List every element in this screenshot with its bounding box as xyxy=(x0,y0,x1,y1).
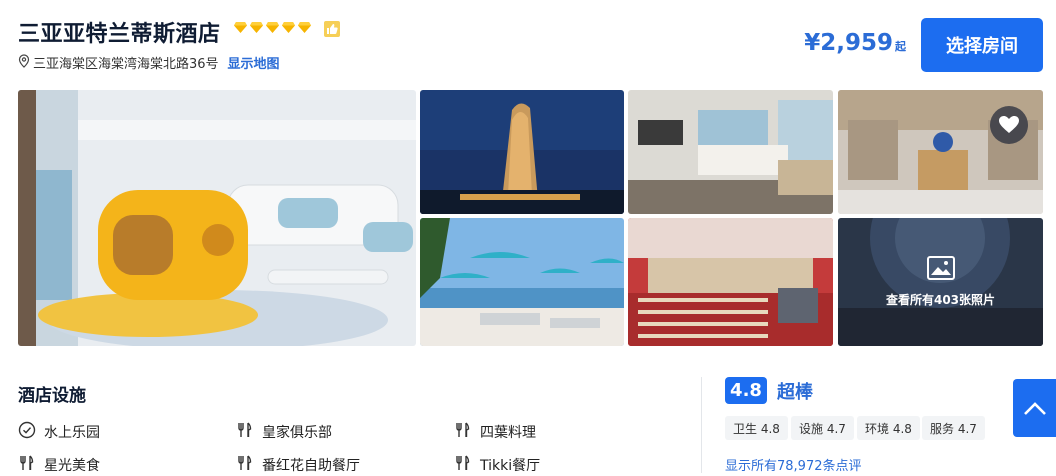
rating-word: 超棒 xyxy=(777,382,813,403)
subscore-cleanliness: 卫生 4.8 xyxy=(725,416,788,440)
facility-item: 水上乐园 xyxy=(18,421,100,443)
view-all-photos-button[interactable]: 查看所有403张照片 xyxy=(838,218,1043,346)
diamond-icon xyxy=(282,22,295,33)
facility-item: 皇家俱乐部 xyxy=(236,421,332,443)
section-divider xyxy=(701,377,702,473)
address-text: 三亚海棠区海棠湾海棠北路36号 xyxy=(33,57,219,72)
facilities-title: 酒店设施 xyxy=(18,386,86,406)
facility-label: 番红花自助餐厅 xyxy=(262,458,360,474)
check-circle-icon xyxy=(18,421,36,443)
facility-label: 皇家俱乐部 xyxy=(262,425,332,441)
photo-bedroom[interactable] xyxy=(628,90,833,214)
address-row: 三亚海棠区海棠湾海棠北路36号 显示地图 xyxy=(18,53,280,72)
show-map-link[interactable]: 显示地图 xyxy=(228,53,280,72)
photo-beach[interactable] xyxy=(420,218,624,346)
fork-knife-icon xyxy=(236,421,254,443)
diamond-icon xyxy=(250,22,263,33)
heart-icon xyxy=(999,116,1019,133)
star-rating xyxy=(234,22,311,33)
facility-label: 四葉料理 xyxy=(480,425,536,441)
price-value: ¥2,959 xyxy=(804,30,893,56)
location-pin-icon xyxy=(18,53,30,72)
subscore-environment: 环境 4.8 xyxy=(857,416,920,440)
select-room-button[interactable]: 选择房间 xyxy=(921,18,1043,72)
favorite-heart-button[interactable] xyxy=(990,106,1028,144)
image-icon xyxy=(926,256,955,283)
subscore-service: 服务 4.7 xyxy=(922,416,985,440)
diamond-icon xyxy=(266,22,279,33)
diamond-icon xyxy=(298,22,311,33)
price-suffix: 起 xyxy=(895,40,906,53)
photo-kids-room[interactable] xyxy=(18,90,416,346)
facility-label: Tikki餐厅 xyxy=(480,458,541,474)
hotel-name: 三亚亚特兰蒂斯酒店 xyxy=(18,22,221,47)
scroll-to-top-button[interactable] xyxy=(1013,379,1056,437)
facility-item: 四葉料理 xyxy=(454,421,536,443)
thumbs-up-badge-icon[interactable] xyxy=(324,21,340,37)
photo-tower-night[interactable] xyxy=(420,90,624,214)
show-all-reviews-link[interactable]: 显示所有78,972条点评 xyxy=(725,455,862,474)
subscore-facilities: 设施 4.7 xyxy=(791,416,854,440)
facility-label: 星光美食 xyxy=(44,458,100,474)
facility-label: 水上乐园 xyxy=(44,425,100,441)
chevron-up-icon xyxy=(1023,402,1046,415)
view-all-photos-label: 查看所有403张照片 xyxy=(885,293,996,307)
price-display: ¥2,959 起 xyxy=(804,30,906,56)
fork-knife-icon xyxy=(454,421,472,443)
diamond-icon xyxy=(234,22,247,33)
rating-score-badge: 4.8 xyxy=(725,377,767,404)
photo-ballroom[interactable] xyxy=(628,218,833,346)
